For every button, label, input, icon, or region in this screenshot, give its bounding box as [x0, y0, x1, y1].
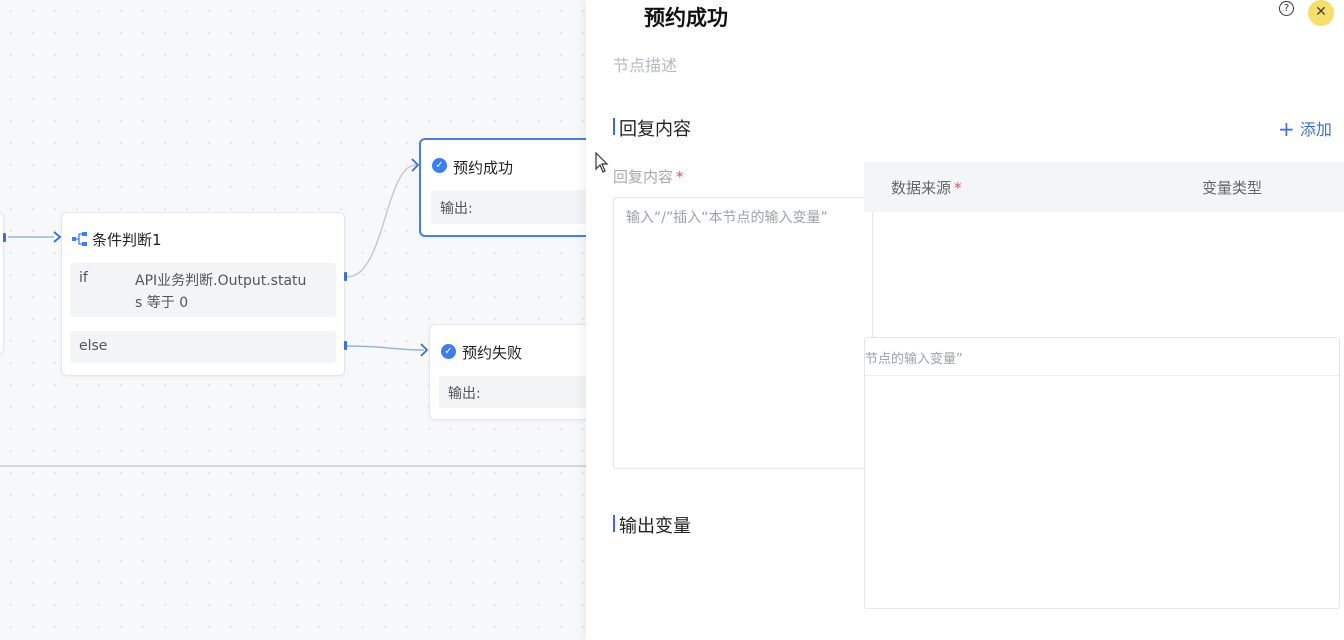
ghost-placeholder: 节点的输入变量” [865, 352, 963, 367]
start-node-port[interactable] [3, 233, 6, 242]
fail-output-label: 输出: [448, 386, 481, 402]
input-table-header: 数据来源 * 变量类型 [864, 162, 1344, 212]
success-node-title: 预约成功 [453, 159, 514, 177]
condition-node[interactable]: 条件判断1 if API业务判断.Output.statu s 等于 0 els… [61, 212, 345, 376]
success-output-label: 输出: [440, 201, 473, 217]
cursor-arrow-icon [595, 152, 609, 173]
if-condition-line1: API业务判断.Output.statu [135, 273, 307, 289]
else-port[interactable] [344, 341, 347, 350]
else-branch-row: else [70, 331, 336, 363]
node-config-panel: 预约成功 ? ✕ 节点描述 回复内容 + 添加 回复内容 * 输入“/”插入“本节… [586, 0, 1344, 640]
if-port[interactable] [344, 272, 347, 281]
add-reply-button[interactable]: + 添加 [1278, 116, 1332, 141]
reply-section-title: 回复内容 [619, 119, 691, 140]
fail-output-row: 输出: [439, 376, 600, 408]
edge-if-success [346, 164, 417, 278]
reply-placeholder: 输入“/”插入“本节点的输入变量” [626, 210, 828, 226]
condition-branch-icon [72, 232, 87, 246]
reply-field-label-text: 回复内容 [613, 168, 674, 186]
fail-node-title: 预约失败 [462, 344, 523, 362]
output-section-title: 输出变量 [619, 516, 691, 537]
col-type-header: 变量类型 [1202, 179, 1263, 197]
reply-field-label: 回复内容 * [613, 166, 684, 187]
condition-node-title: 条件判断1 [92, 231, 162, 249]
description-field[interactable]: 节点描述 [613, 52, 677, 76]
plus-icon: + [1278, 117, 1295, 141]
ghost-reply-textarea[interactable]: 节点的输入变量” [864, 337, 1340, 609]
help-icon[interactable]: ? [1279, 1, 1294, 16]
else-label: else [79, 338, 108, 354]
if-condition-line2: s 等于 0 [135, 295, 189, 311]
output-section-bar [613, 515, 615, 532]
fail-node[interactable]: ✓ 预约失败 输出: [429, 324, 600, 420]
close-icon[interactable]: ✕ [1308, 0, 1334, 26]
success-node[interactable]: ✓ 预约成功 输出: [419, 138, 601, 237]
col-source-header: 数据来源 * [891, 177, 962, 198]
required-star: * [676, 168, 684, 186]
check-circle-icon: ✓ [441, 344, 456, 359]
panel-title: 预约成功 [644, 6, 728, 30]
add-reply-label: 添加 [1299, 120, 1332, 139]
required-star: * [954, 179, 962, 197]
reply-section-bar [613, 118, 615, 135]
edge-arrow-condition [53, 231, 62, 243]
col-source-label: 数据来源 [891, 179, 952, 197]
if-branch-row: if API业务判断.Output.statu s 等于 0 [70, 263, 336, 317]
edge-else-fail [346, 345, 425, 351]
reply-content-textarea[interactable]: 输入“/”插入“本节点的输入变量” [613, 197, 873, 469]
if-label: if [79, 270, 88, 286]
check-circle-icon: ✓ [432, 158, 447, 173]
success-output-row: 输出: [431, 190, 601, 224]
